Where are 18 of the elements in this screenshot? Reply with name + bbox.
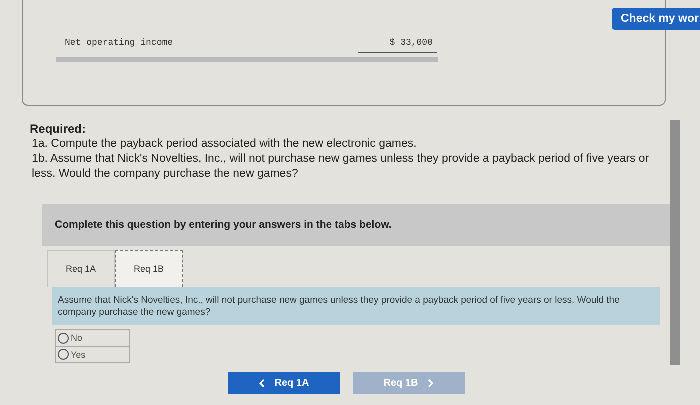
- tab[interactable]: Req 1B: [115, 250, 183, 287]
- requirement-text: 1b. Assume that Nick's Novelties, Inc., will not purchase new games unless they provide a payback period of five years or less. Would the company purchase the new games?: [31, 152, 650, 182]
- radio-icon[interactable]: [58, 349, 69, 360]
- check-work-button[interactable]: Check my wor: [612, 8, 700, 30]
- requirement-text: 1a. Compute the payback period associated with the new electronic games.: [31, 137, 418, 152]
- scrollbar[interactable]: [670, 120, 680, 365]
- required-heading: Required:: [30, 122, 88, 137]
- row-label: Net operating income: [65, 38, 174, 50]
- tab[interactable]: Req 1A: [47, 250, 115, 287]
- previous-button[interactable]: Req 1A: [228, 372, 340, 394]
- chevron-right-icon: [428, 378, 434, 388]
- question-text: Assume that Nick's Novelties, Inc., will not purchase new games unless they provide a payback period of five years or less. Would the company purchase the new games?: [52, 287, 660, 325]
- chevron-left-icon: [258, 378, 265, 388]
- radio-icon[interactable]: [58, 332, 69, 344]
- radio-option[interactable]: Yes: [56, 346, 129, 362]
- instructions-banner: Complete this question by entering your answers in the tabs below.: [42, 204, 672, 246]
- radio-option[interactable]: No: [56, 330, 129, 346]
- amount-value: $ 33,000: [358, 38, 437, 53]
